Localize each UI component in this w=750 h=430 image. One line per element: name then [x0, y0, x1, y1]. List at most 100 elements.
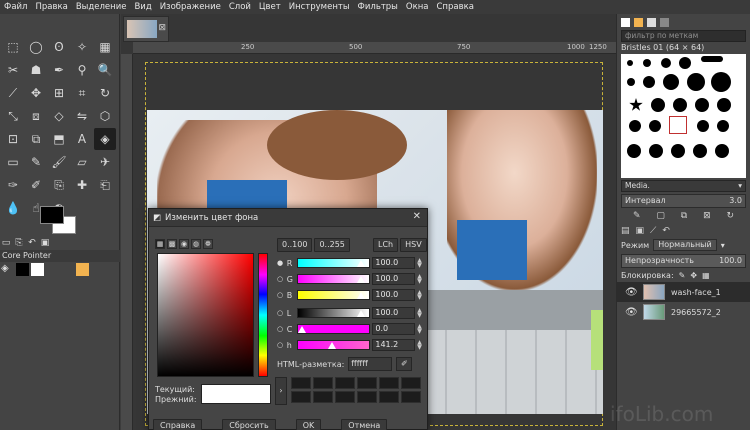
- ink-icon[interactable]: ✑: [2, 174, 24, 196]
- scale-0-255-button[interactable]: 0..255: [314, 238, 350, 252]
- history-swatch[interactable]: [357, 377, 377, 389]
- menu-select[interactable]: Выделение: [72, 2, 131, 12]
- selected-brush[interactable]: [669, 116, 687, 134]
- menu-edit[interactable]: Правка: [31, 2, 71, 12]
- zoom-icon[interactable]: 🔍: [94, 59, 116, 81]
- help-button[interactable]: Справка: [153, 419, 203, 430]
- shear-icon[interactable]: ⧈: [25, 105, 47, 127]
- layer-row[interactable]: 👁 wash-face_1: [617, 282, 750, 302]
- slider-thumb[interactable]: [357, 260, 366, 267]
- hue-strip[interactable]: [258, 253, 268, 377]
- align-icon[interactable]: ⊞: [48, 82, 70, 104]
- wheel-selector-icon[interactable]: ◉: [179, 239, 189, 249]
- brush-item[interactable]: [695, 98, 709, 112]
- radio-dot-icon[interactable]: ○: [277, 309, 285, 317]
- brush-item[interactable]: [701, 56, 723, 62]
- heal-icon[interactable]: ✚: [71, 174, 93, 196]
- channel-value[interactable]: 100.0: [372, 307, 416, 319]
- edit-brush-icon[interactable]: ✎: [633, 211, 641, 221]
- fonts-tab-icon[interactable]: [647, 17, 656, 27]
- undo-history-icon[interactable]: ↶: [27, 238, 37, 248]
- brush-item[interactable]: [715, 144, 729, 158]
- spin-arrows-icon[interactable]: ▲ ▼: [417, 258, 423, 269]
- patterns-tab-icon[interactable]: [634, 17, 643, 27]
- channel-slider[interactable]: [296, 308, 371, 318]
- paths-tab-icon[interactable]: ⟋: [650, 226, 656, 236]
- brush-item[interactable]: [717, 98, 731, 112]
- slider-thumb[interactable]: [357, 292, 366, 299]
- cancel-button[interactable]: Отмена: [341, 419, 388, 430]
- perspective-clone-icon[interactable]: ⎗: [94, 174, 116, 196]
- menu-windows[interactable]: Окна: [402, 2, 433, 12]
- scale-icon[interactable]: ⤡: [2, 105, 24, 127]
- brush-item[interactable]: [627, 144, 641, 158]
- handle-transform-icon[interactable]: ⬒: [48, 128, 70, 150]
- history-swatch[interactable]: [335, 377, 355, 389]
- lock-position-icon[interactable]: ✥: [690, 271, 697, 280]
- radio-dot-icon[interactable]: ●: [277, 259, 285, 267]
- html-notation-input[interactable]: ffffff: [348, 357, 393, 371]
- channel-slider[interactable]: [296, 340, 371, 350]
- brush-item[interactable]: [649, 120, 661, 132]
- brush-item[interactable]: [671, 144, 685, 158]
- brush-item[interactable]: [627, 60, 633, 66]
- brush-item[interactable]: [627, 78, 635, 86]
- brush-item[interactable]: [711, 72, 731, 92]
- slider-thumb[interactable]: [327, 342, 336, 349]
- menu-view[interactable]: Вид: [130, 2, 155, 12]
- spacing-slider[interactable]: Интервал 3.0: [621, 194, 746, 208]
- radio-dot-icon[interactable]: ○: [277, 275, 285, 283]
- channel-value[interactable]: 100.0: [372, 273, 416, 285]
- tag-filter-input[interactable]: фильтр по меткам: [621, 30, 746, 42]
- foreground-select-icon[interactable]: ☗: [25, 59, 47, 81]
- layer-row[interactable]: 👁 29665572_2: [617, 302, 750, 322]
- history-swatch[interactable]: [291, 377, 311, 389]
- chevron-down-icon[interactable]: ▾: [721, 241, 725, 250]
- radio-dot-icon[interactable]: ○: [277, 325, 285, 333]
- ok-button[interactable]: OK: [295, 419, 322, 430]
- brush-item[interactable]: [651, 98, 665, 112]
- gradients-tab-icon[interactable]: [660, 17, 669, 27]
- channel-value[interactable]: 100.0: [372, 257, 416, 269]
- brush-item[interactable]: [661, 58, 671, 68]
- channel-value[interactable]: 0.0: [372, 323, 416, 335]
- measure-icon[interactable]: ⟋: [2, 82, 24, 104]
- brush-item[interactable]: [629, 98, 643, 111]
- lock-alpha-icon[interactable]: ▦: [702, 271, 710, 280]
- delete-brush-icon[interactable]: ⊠: [703, 211, 711, 221]
- refresh-brushes-icon[interactable]: ↻: [726, 211, 734, 221]
- cmyk-selector-icon[interactable]: ▩: [167, 239, 177, 249]
- image-tab[interactable]: ⊠: [123, 16, 169, 42]
- spin-arrows-icon[interactable]: ▲ ▼: [417, 308, 423, 319]
- menu-filters[interactable]: Фильтры: [354, 2, 402, 12]
- clone-icon[interactable]: ⎘: [48, 174, 70, 196]
- scale-0-100-button[interactable]: 0..100: [277, 238, 313, 252]
- history-swatch[interactable]: [335, 391, 355, 403]
- menu-layer[interactable]: Слой: [225, 2, 255, 12]
- pencil-icon[interactable]: ✎: [25, 151, 47, 173]
- tool-options-icon[interactable]: ⎘: [14, 238, 24, 248]
- move-icon[interactable]: ✥: [25, 82, 47, 104]
- mode-select[interactable]: Нормальный: [653, 239, 717, 251]
- brush-grid[interactable]: [621, 54, 746, 178]
- close-icon[interactable]: ✕: [413, 211, 421, 222]
- flip-icon[interactable]: ⇋: [71, 105, 93, 127]
- lch-button[interactable]: LCh: [373, 238, 399, 252]
- brush-item[interactable]: [643, 59, 651, 67]
- opacity-slider[interactable]: Непрозрачность 100.0: [621, 254, 746, 268]
- new-brush-icon[interactable]: ▢: [656, 211, 665, 221]
- images-icon[interactable]: ▣: [40, 238, 50, 248]
- slider-thumb[interactable]: [357, 276, 366, 283]
- history-swatch[interactable]: [379, 391, 399, 403]
- channel-slider[interactable]: [296, 274, 371, 284]
- menu-colors[interactable]: Цвет: [255, 2, 285, 12]
- bucket-fill-icon[interactable]: ◈: [94, 128, 116, 150]
- channel-value[interactable]: 141.2: [372, 339, 416, 351]
- fuzzy-select-icon[interactable]: ✧: [71, 36, 93, 58]
- history-swatch[interactable]: [291, 391, 311, 403]
- history-swatch[interactable]: [357, 391, 377, 403]
- lock-pixels-icon[interactable]: ✎: [679, 271, 686, 280]
- blend-icon[interactable]: ▭: [2, 151, 24, 173]
- menu-help[interactable]: Справка: [432, 2, 477, 12]
- channel-value[interactable]: 100.0: [372, 289, 416, 301]
